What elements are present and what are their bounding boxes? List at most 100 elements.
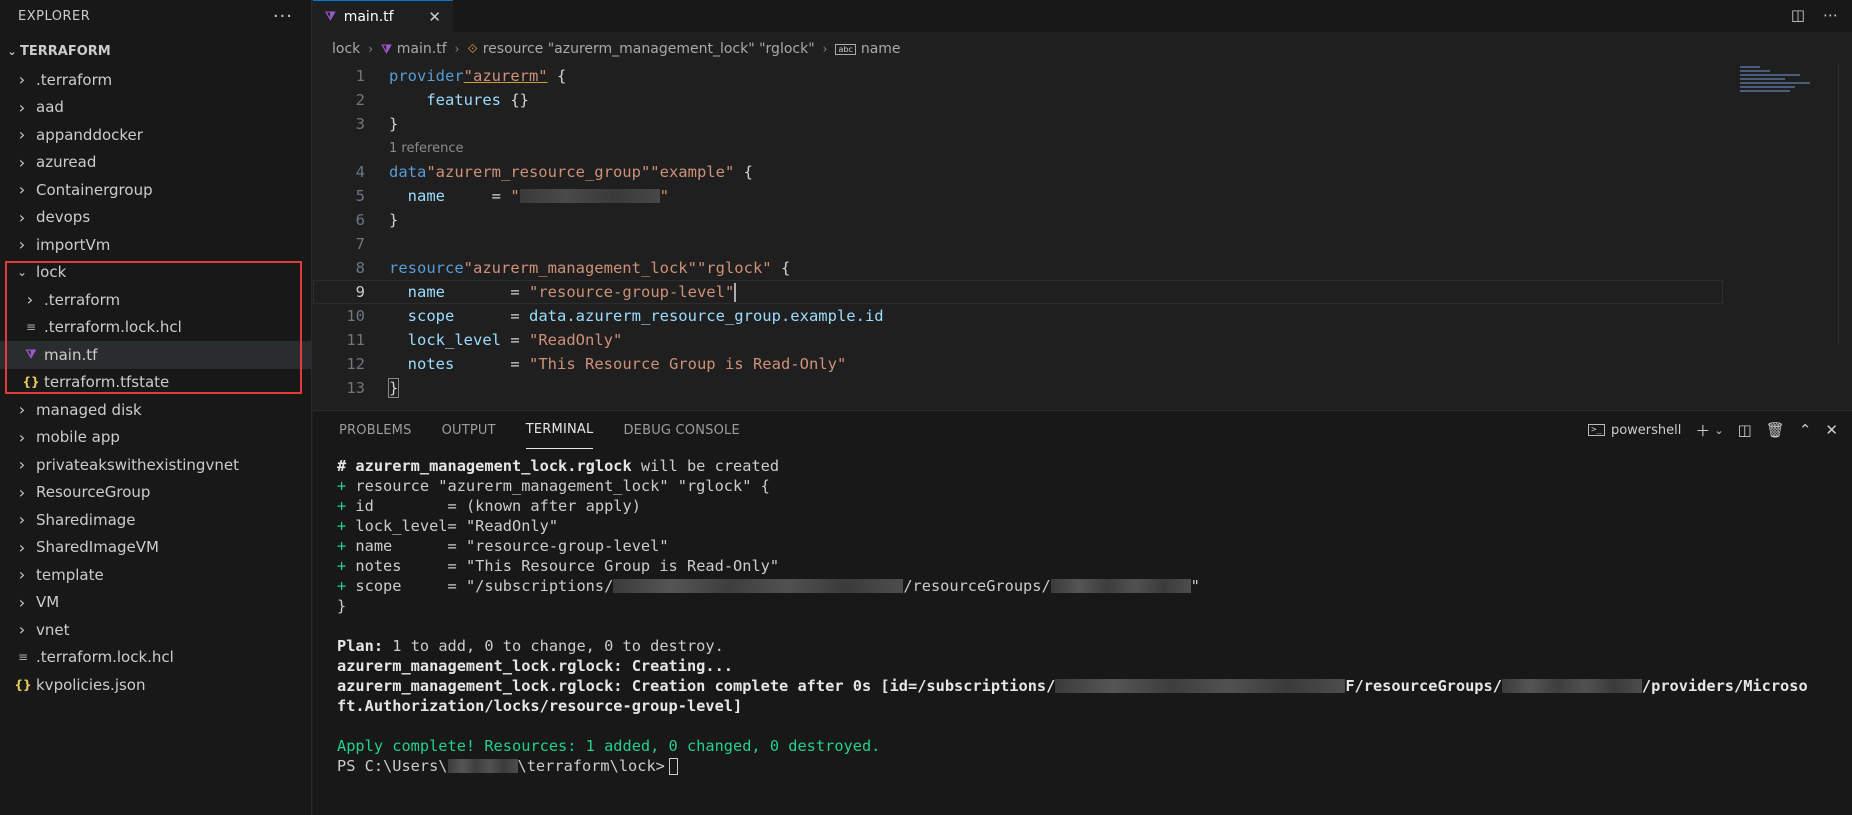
folder-privateakswithexistingvnet[interactable]: › privateakswithexistingvnet: [0, 451, 311, 479]
folder-mobile-app[interactable]: › mobile app: [0, 424, 311, 452]
resource-symbol-icon: ⟐: [467, 41, 478, 57]
code-editor[interactable]: 1 provider "azurerm" { 2 features {} 3} 1…: [313, 64, 1723, 400]
terminal-line: azurerm_management_lock.rglock: Creation…: [337, 677, 1808, 695]
tab-label: main.tf: [343, 8, 394, 25]
more-actions-icon[interactable]: ⋯: [1823, 6, 1838, 24]
code-line: 6}: [313, 208, 1723, 232]
maximize-panel-icon[interactable]: ⌃: [1799, 421, 1812, 439]
tree-item-label: template: [36, 565, 104, 584]
folder-vnet[interactable]: › vnet: [0, 616, 311, 644]
codelens-references[interactable]: 1 reference: [313, 136, 1723, 160]
workspace-root[interactable]: ⌄ TERRAFORM: [0, 40, 311, 62]
line-number: 11: [346, 331, 365, 349]
code-line: 12 notes = "This Resource Group is Read-…: [313, 352, 1723, 376]
breadcrumb-attr[interactable]: name: [861, 41, 901, 57]
tab-main-tf[interactable]: ⧩ main.tf ✕: [313, 0, 453, 32]
folder-sharedimagevm[interactable]: › SharedImageVM: [0, 534, 311, 562]
terminal-line: }: [337, 597, 347, 615]
file-kvpolicies-json[interactable]: {} kvpolicies.json: [0, 671, 311, 699]
chevron-right-icon: ›: [18, 207, 26, 227]
file-terraform-lock-hcl[interactable]: ≡ .terraform.lock.hcl: [0, 644, 311, 672]
folder-azuread[interactable]: › azuread: [0, 149, 311, 177]
tab-problems[interactable]: PROBLEMS: [339, 411, 412, 449]
code-line: 7: [313, 232, 1723, 256]
line-number: 10: [346, 307, 365, 325]
file-terraform-tfstate[interactable]: {} terraform.tfstate: [0, 369, 311, 397]
folder-appanddocker[interactable]: › appanddocker: [0, 121, 311, 149]
code-line: 8 resource "azurerm_management_lock" "rgl…: [313, 256, 1723, 280]
tree-item-label: SharedImageVM: [36, 538, 159, 557]
terminal-line: azurerm_management_lock.rglock: Creating…: [337, 657, 734, 675]
redacted-value: [1501, 679, 1642, 693]
chevron-down-icon[interactable]: ⌄: [1714, 424, 1723, 437]
minimap[interactable]: [1740, 64, 1840, 124]
tree-item-label: managed disk: [36, 400, 142, 419]
tab-output[interactable]: OUTPUT: [442, 411, 496, 449]
line-number: 12: [346, 355, 365, 373]
line-number: 13: [346, 379, 365, 397]
folder-sharedimage[interactable]: › Sharedimage: [0, 506, 311, 534]
code-line: 1 provider "azurerm" {: [313, 64, 1723, 88]
chevron-right-icon: ›: [18, 427, 26, 447]
more-actions-icon[interactable]: ···: [273, 6, 293, 27]
new-terminal-icon[interactable]: ＋: [1695, 420, 1710, 441]
shell-label: powershell: [1610, 422, 1682, 438]
breadcrumb-file[interactable]: main.tf: [397, 41, 447, 57]
chevron-right-icon: ›: [822, 42, 828, 56]
code-line: 3}: [313, 112, 1723, 136]
close-icon[interactable]: ✕: [1825, 421, 1838, 439]
tab-terminal[interactable]: TERMINAL: [525, 411, 594, 449]
file-terraform-lock-hcl[interactable]: ≡ .terraform.lock.hcl: [0, 314, 311, 342]
text-file-icon: ≡: [17, 650, 29, 665]
close-icon[interactable]: ✕: [428, 8, 441, 26]
trash-icon[interactable]: 🗑: [1766, 421, 1785, 439]
tree-item-label: vnet: [36, 620, 70, 639]
folder-devops[interactable]: › devops: [0, 204, 311, 232]
terminal-cursor: [668, 757, 678, 775]
breadcrumb-resource[interactable]: resource "azurerm_management_lock" "rglo…: [483, 41, 815, 57]
text-cursor: [734, 282, 737, 302]
chevron-right-icon: ›: [454, 42, 460, 56]
editor-scrollbar[interactable]: [1838, 64, 1852, 344]
folder-importvm[interactable]: › importVm: [0, 231, 311, 259]
folder-containergroup[interactable]: › Containergroup: [0, 176, 311, 204]
chevron-right-icon: ›: [18, 70, 26, 90]
tree-item-label: Sharedimage: [36, 510, 136, 529]
text-file-icon: ≡: [25, 320, 37, 335]
line-number: 4: [355, 163, 365, 181]
breadcrumb-folder[interactable]: lock: [332, 41, 360, 57]
chevron-right-icon: ›: [18, 235, 26, 255]
line-number: 3: [355, 115, 365, 133]
split-terminal-icon[interactable]: ◫: [1738, 421, 1752, 439]
tree-item-label: Containergroup: [36, 180, 153, 199]
split-editor-icon[interactable]: ◫: [1791, 6, 1805, 24]
folder-lock[interactable]: ⌄ lock: [0, 259, 311, 287]
folder-managed-disk[interactable]: › managed disk: [0, 396, 311, 424]
terminal-line: + lock_level = "ReadOnly": [337, 517, 559, 535]
file-main-tf[interactable]: ⧩ main.tf: [0, 341, 311, 369]
terminal-line: + name = "resource-group-level": [337, 537, 669, 555]
folder-template[interactable]: › template: [0, 561, 311, 589]
chevron-right-icon: ›: [18, 537, 26, 557]
folder-aad[interactable]: › aad: [0, 94, 311, 122]
terminal-line: + notes = "This Resource Group is Read-O…: [337, 557, 780, 575]
folder-terraform[interactable]: › .terraform: [0, 66, 311, 94]
folder-vm[interactable]: › VM: [0, 589, 311, 617]
folder-resourcegroup[interactable]: › ResourceGroup: [0, 479, 311, 507]
panel-actions: >_ powershell ＋ ⌄ ◫ 🗑 ⌃ ✕: [1588, 411, 1838, 449]
tree-item-label: importVm: [36, 235, 111, 254]
terminal-output[interactable]: # azurerm_management_lock.rglock will be…: [337, 456, 1808, 776]
line-number: 9: [355, 283, 365, 301]
editor-area: ⧩ main.tf ✕ ◫ ⋯ lock › ⧩ main.tf › ⟐ res…: [313, 0, 1852, 410]
editor-tab-bar: ⧩ main.tf ✕ ◫ ⋯: [313, 0, 1852, 32]
code-line: 4 data "azurerm_resource_group" "example"…: [313, 160, 1723, 184]
folder-terraform[interactable]: › .terraform: [0, 286, 311, 314]
chevron-right-icon: ›: [18, 620, 26, 640]
terminal-shell-selector[interactable]: >_ powershell: [1588, 423, 1681, 438]
code-line: 2 features {}: [313, 88, 1723, 112]
line-number: 1: [355, 67, 365, 85]
terminal-line: ft.Authorization/locks/resource-group-le…: [337, 697, 743, 715]
tab-debug-console[interactable]: DEBUG CONSOLE: [623, 411, 739, 449]
tree-item-label: azuread: [36, 153, 97, 172]
chevron-right-icon: ›: [26, 290, 34, 310]
